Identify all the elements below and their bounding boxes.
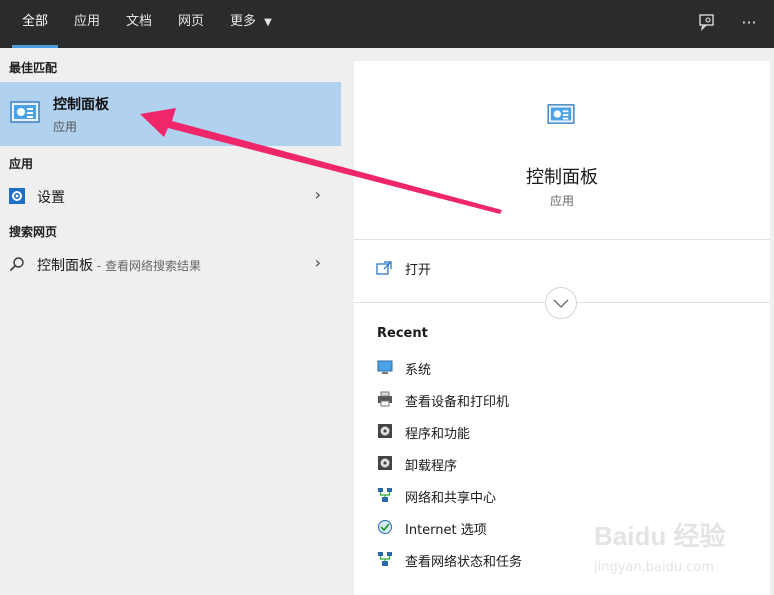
divider [354, 239, 770, 240]
web-search-heading: 搜索网页 [9, 225, 58, 239]
watermark-url: jingyan.baidu.com [594, 560, 714, 575]
recent-item-label: 查看网络状态和任务 [405, 555, 523, 570]
chevron-down-icon: ▼ [264, 17, 272, 28]
gear-icon [9, 188, 25, 208]
best-match-title: 控制面板 [53, 97, 109, 113]
web-search-hint: - 查看网络搜索结果 [93, 259, 201, 273]
recent-item[interactable]: 系统 [374, 353, 754, 381]
system-icon [377, 359, 393, 375]
recent-item-label: Internet 选项 [405, 523, 487, 538]
web-search-label: 控制面板 [37, 258, 93, 274]
tab-apps[interactable]: 应用 [74, 0, 100, 48]
control-panel-icon [10, 100, 40, 128]
open-action[interactable]: 打开 [354, 251, 770, 285]
web-search-text: 控制面板 - 查看网络搜索结果 [37, 255, 201, 275]
recent-item[interactable]: 卸载程序 [374, 449, 754, 477]
tab-documents[interactable]: 文档 [126, 0, 152, 48]
tab-more-label: 更多 [230, 14, 257, 29]
apps-heading: 应用 [9, 157, 34, 171]
internet-options-icon [377, 519, 393, 535]
settings-result[interactable]: 设置 › [0, 179, 341, 213]
best-match-item[interactable]: 控制面板 应用 [0, 82, 341, 146]
tab-more[interactable]: 更多 ▼ [230, 0, 272, 48]
best-match-type: 应用 [53, 120, 78, 134]
tab-all[interactable]: 全部 [11, 0, 59, 48]
results-panel: 最佳匹配 控制面板 应用 应用 设置 › 搜索网页 控制面板 - 查看网络搜索结… [0, 48, 341, 595]
recent-item[interactable]: 查看设备和打印机 [374, 385, 754, 413]
recent-item-label: 程序和功能 [405, 427, 471, 442]
recent-item-label: 网络和共享中心 [405, 491, 497, 506]
chevron-down-icon [553, 299, 569, 308]
details-type: 应用 [549, 194, 574, 208]
control-panel-icon [547, 103, 575, 129]
chevron-right-icon[interactable]: › [315, 253, 321, 272]
recent-item-label: 系统 [405, 363, 432, 378]
settings-label: 设置 [37, 190, 65, 206]
recent-item-label: 查看设备和打印机 [405, 395, 510, 410]
network-icon [377, 487, 393, 503]
recent-item[interactable]: 程序和功能 [374, 417, 754, 445]
expand-button[interactable] [545, 287, 577, 319]
search-icon [9, 256, 25, 276]
uninstall-icon [377, 455, 393, 471]
tab-web[interactable]: 网页 [178, 0, 204, 48]
open-label: 打开 [405, 263, 432, 278]
best-match-heading: 最佳匹配 [9, 61, 58, 75]
open-icon [376, 260, 392, 279]
recent-item[interactable]: 网络和共享中心 [374, 481, 754, 509]
watermark-brand: Baidu 经验 [594, 521, 726, 551]
printer-icon [377, 391, 393, 407]
details-title: 控制面板 [526, 167, 598, 188]
web-search-result[interactable]: 控制面板 - 查看网络搜索结果 › [0, 247, 341, 281]
recent-heading: Recent [377, 326, 428, 341]
chevron-right-icon[interactable]: › [315, 185, 321, 204]
recent-item-label: 卸载程序 [405, 459, 458, 474]
feedback-icon[interactable] [696, 12, 718, 34]
programs-icon [377, 423, 393, 439]
baidu-watermark: Baidu 经验 jingyan.baidu.com [594, 512, 764, 582]
network-status-icon [377, 551, 393, 567]
top-tab-bar: 全部 应用 文档 网页 更多 ▼ ··· [0, 0, 774, 48]
more-options-icon[interactable]: ··· [738, 12, 760, 34]
